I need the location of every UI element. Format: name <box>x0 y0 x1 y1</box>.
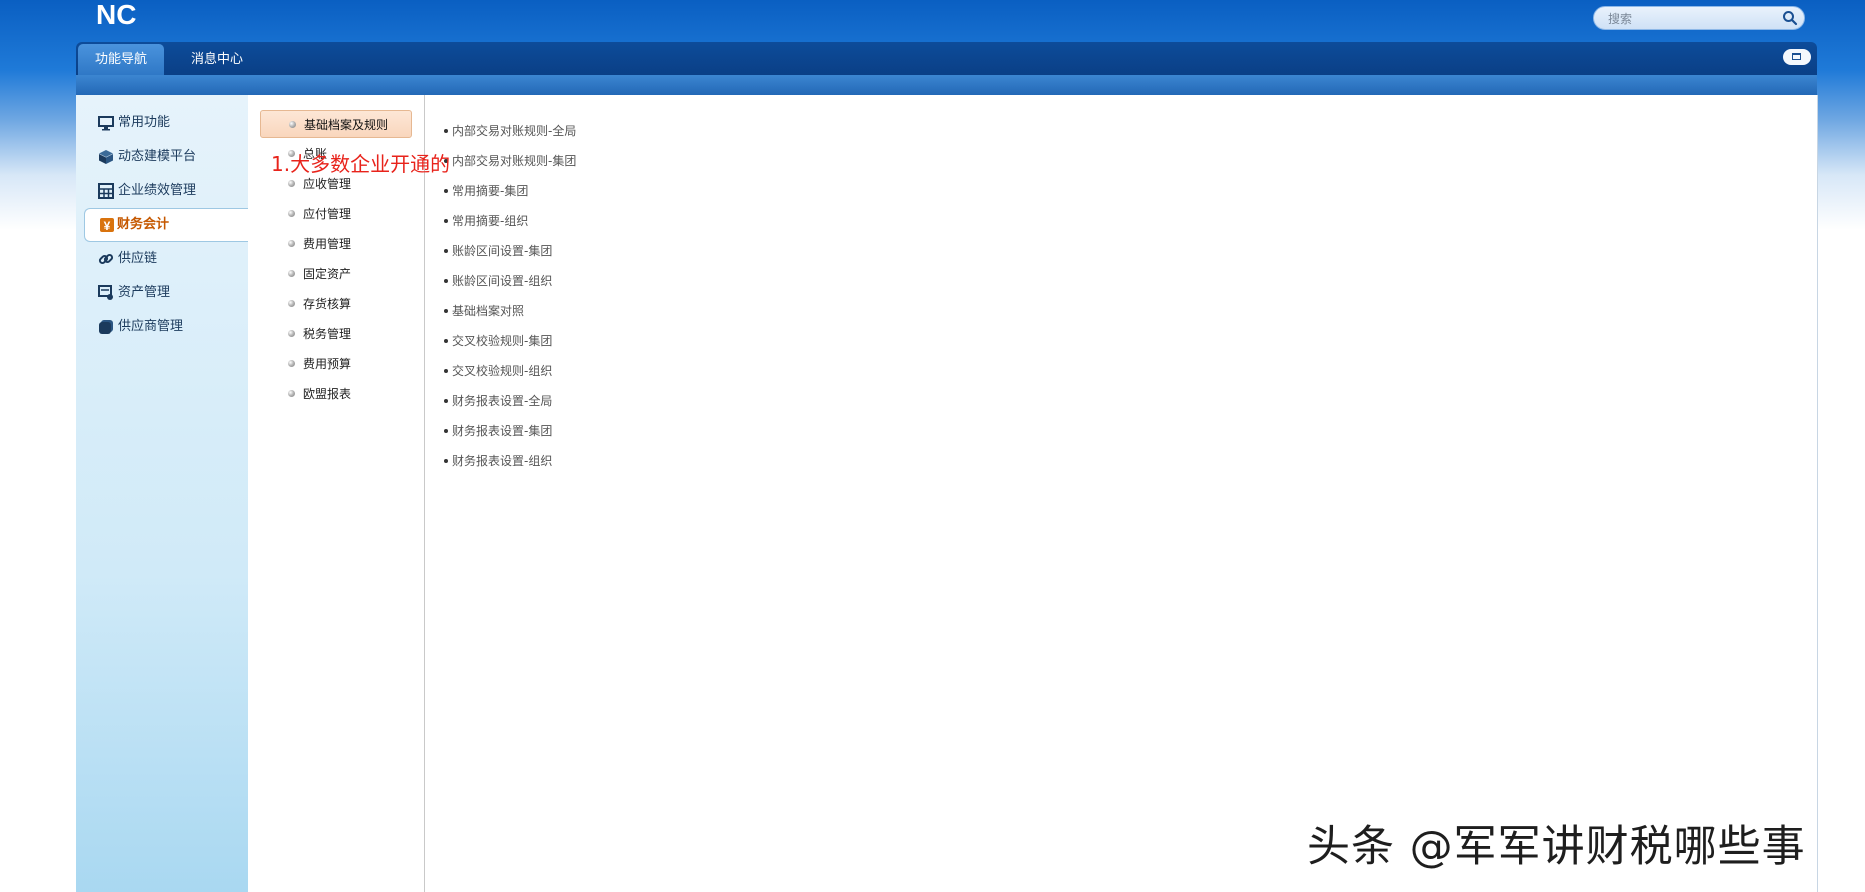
bullet-icon <box>288 270 295 277</box>
sidebar-item-label: 供应链 <box>118 251 158 266</box>
category-item-expense-management[interactable]: 费用管理 <box>260 230 412 258</box>
bullet-icon <box>444 219 448 223</box>
main-nav-bar: 功能导航 消息中心 <box>76 42 1817 75</box>
sidebar-item-supply-chain[interactable]: 供应链 <box>76 243 248 275</box>
search-box[interactable] <box>1593 6 1805 30</box>
yen-icon: ¥ <box>100 218 114 233</box>
link-icon <box>98 253 114 265</box>
category-label: 费用管理 <box>303 237 352 251</box>
category-item-fixed-assets[interactable]: 固定资产 <box>260 260 412 288</box>
sidebar-item-performance-management[interactable]: 企业绩效管理 <box>76 175 248 207</box>
category-item-receivables[interactable]: 应收管理 <box>260 170 412 198</box>
main-panel: 基础档案及规则 总账 应收管理 应付管理 费用管理 固定资产 存货核算 税务管理… <box>248 95 1818 892</box>
bullet-icon <box>444 189 448 193</box>
category-label: 应收管理 <box>303 177 352 191</box>
cube-icon <box>99 150 113 164</box>
bullet-icon <box>288 240 295 247</box>
function-link-label: 财务报表设置-集团 <box>452 424 553 438</box>
category-label: 费用预算 <box>303 357 352 371</box>
bullet-icon <box>444 129 448 133</box>
category-item-tax-management[interactable]: 税务管理 <box>260 320 412 348</box>
function-link-label: 账龄区间设置-组织 <box>452 274 553 288</box>
function-link-label: 交叉校验规则-集团 <box>452 334 553 348</box>
logo-text: NC <box>96 0 136 28</box>
category-label: 存货核算 <box>303 297 352 311</box>
bullet-icon <box>288 180 295 187</box>
bullet-icon <box>288 210 295 217</box>
bullet-icon <box>444 309 448 313</box>
sidebar-item-financial-accounting[interactable]: ¥ 财务会计 <box>84 208 251 242</box>
function-link-label: 内部交易对账规则-全局 <box>452 124 577 138</box>
sidebar-item-label: 动态建模平台 <box>118 149 197 164</box>
sidebar-item-label: 财务会计 <box>117 217 170 232</box>
category-list: 基础档案及规则 总账 应收管理 应付管理 费用管理 固定资产 存货核算 税务管理… <box>248 95 425 892</box>
category-label: 基础档案及规则 <box>304 118 389 132</box>
bullet-icon <box>444 459 448 463</box>
watermark-text: 头条 @军军讲财税哪些事 <box>1307 822 1806 872</box>
top-header: NC <box>0 0 1865 42</box>
sidebar-item-label: 常用功能 <box>118 115 171 130</box>
sidebar-item-asset-management[interactable]: 资产管理 <box>76 277 248 309</box>
sidebar-item-common-functions[interactable]: 常用功能 <box>76 107 248 139</box>
category-item-expense-budget[interactable]: 费用预算 <box>260 350 412 378</box>
bullet-icon <box>444 429 448 433</box>
module-sidebar: 常用功能 动态建模平台 企业绩效管理 ¥ 财务会计 供应链 资产管理 供应商管理 <box>76 95 251 892</box>
category-item-payables[interactable]: 应付管理 <box>260 200 412 228</box>
function-link-label: 常用摘要-集团 <box>452 184 529 198</box>
table-icon <box>98 183 114 199</box>
function-link-label: 账龄区间设置-集团 <box>452 244 553 258</box>
category-item-inventory-accounting[interactable]: 存货核算 <box>260 290 412 318</box>
category-label: 应付管理 <box>303 207 352 221</box>
function-link-label: 财务报表设置-组织 <box>452 454 553 468</box>
monitor-icon <box>98 116 114 131</box>
bullet-icon <box>288 300 295 307</box>
bullet-icon <box>444 279 448 283</box>
asset-icon <box>98 285 113 300</box>
category-label: 税务管理 <box>303 327 352 341</box>
search-input[interactable] <box>1606 9 1780 29</box>
sidebar-item-label: 企业绩效管理 <box>118 183 197 198</box>
function-link-label: 常用摘要-组织 <box>452 214 529 228</box>
bullet-icon <box>289 121 296 128</box>
bullet-icon <box>444 249 448 253</box>
bullet-icon <box>288 330 295 337</box>
search-icon[interactable] <box>1782 10 1798 26</box>
category-label: 总账 <box>303 147 328 161</box>
restore-window-button[interactable] <box>1783 49 1811 65</box>
function-link-label: 内部交易对账规则-集团 <box>452 154 577 168</box>
bullet-icon <box>444 339 448 343</box>
bullet-icon <box>444 369 448 373</box>
nc-logo: NC <box>96 0 136 28</box>
function-link-label: 基础档案对照 <box>452 304 525 318</box>
sidebar-item-dynamic-modeling[interactable]: 动态建模平台 <box>76 141 248 173</box>
tab-function-navigation[interactable]: 功能导航 <box>78 44 164 75</box>
bullet-icon <box>288 150 295 157</box>
bullet-icon <box>288 360 295 367</box>
function-link-label: 交叉校验规则-组织 <box>452 364 553 378</box>
function-links: 内部交易对账规则-全局 内部交易对账规则-集团 常用摘要-集团 常用摘要-组织 … <box>424 95 1814 892</box>
restore-icon <box>1792 53 1801 60</box>
function-link-label: 财务报表设置-全局 <box>452 394 553 408</box>
nav-sub-bar <box>76 75 1817 95</box>
tab-message-center[interactable]: 消息中心 <box>172 44 262 75</box>
svg-text:¥: ¥ <box>104 219 111 233</box>
category-label: 固定资产 <box>303 267 352 281</box>
supplier-icon <box>99 320 113 334</box>
bullet-icon <box>444 159 448 163</box>
bullet-icon <box>288 390 295 397</box>
bullet-icon <box>444 399 448 403</box>
category-item-general-ledger[interactable]: 总账 <box>260 140 412 168</box>
category-item-basic-archives[interactable]: 基础档案及规则 <box>260 110 412 138</box>
category-item-eu-reports[interactable]: 欧盟报表 <box>260 380 412 408</box>
category-label: 欧盟报表 <box>303 387 352 401</box>
sidebar-item-supplier-management[interactable]: 供应商管理 <box>76 311 248 343</box>
sidebar-item-label: 供应商管理 <box>118 319 184 334</box>
sidebar-item-label: 资产管理 <box>118 285 171 300</box>
